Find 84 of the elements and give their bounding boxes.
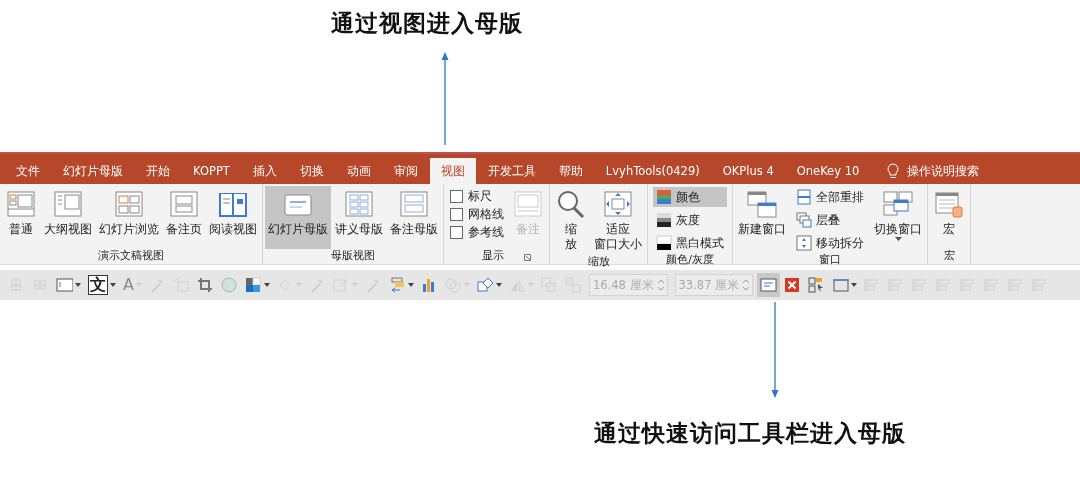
swatch-icon [656,189,672,205]
ribbon-tab[interactable]: KOPPT [182,158,241,184]
ribbon-button[interactable]: 大纲视图 [41,186,95,249]
ribbon-button[interactable]: 缩 放 [552,186,590,255]
launcher-icon[interactable] [524,254,531,261]
note-icon [760,277,778,293]
ribbon-button[interactable]: 黑白模式 [653,233,727,253]
page-icon [512,189,544,219]
ribbon-tab[interactable]: 幻灯片母版 [52,158,134,184]
ribbon-tab[interactable]: 切换 [288,158,335,184]
checkbox[interactable]: 标尺 [450,189,504,204]
ribbon-button[interactable]: 层叠 [793,210,867,230]
spinner-icon [657,279,664,291]
swatch-icon [656,235,672,251]
page-icon [168,189,200,219]
windows-icon [882,189,914,219]
arrange-icon [388,277,406,293]
grid-icon [113,189,145,219]
group-label: 演示文稿视图 [98,249,164,264]
ribbon-button[interactable]: 宏 [930,186,968,249]
ribbon-tab[interactable]: 文件 [5,158,51,184]
ribbon-tab[interactable]: 帮助 [547,158,594,184]
ribbon-button[interactable]: 讲义母版 [332,186,386,249]
caret-icon [75,283,81,287]
search-icon [555,189,587,219]
ribbon-tab[interactable]: 开始 [135,158,181,184]
ribbon-button[interactable]: 颜色 [653,187,727,207]
ribbon-button[interactable]: 普通 [2,186,40,249]
ribbon-tab[interactable]: 动画 [335,158,382,184]
ribbon-button[interactable]: 适应 窗口大小 [591,186,645,255]
spinner-icon [743,279,750,291]
ribbon-button[interactable]: 幻灯片母版 [265,186,331,249]
ribbon-tab[interactable]: 审阅 [382,158,429,184]
ribbon-tab[interactable]: 插入 [241,158,288,184]
checkbox[interactable]: 网格线 [450,207,504,222]
group-label: 窗口 [819,253,841,268]
shapes-icon [476,277,494,293]
frame-icon [832,277,850,293]
group-label: 颜色/灰度 [666,253,714,268]
grid-icon [343,189,375,219]
caption: 通过快速访问工具栏进入母版 [594,420,906,446]
caption: 通过视图进入母版 [331,10,523,36]
macro-icon [933,189,965,219]
toolbar-button[interactable]: 文 [85,273,119,297]
ribbon-tab[interactable]: OneKey 10 [785,158,871,184]
caret-icon [495,283,502,287]
windows-icon [746,189,778,219]
ribbon-button[interactable]: 切换窗口 [871,186,925,253]
ribbon-tab[interactable]: 视图 [429,158,476,184]
group-label: 缩放 [587,255,610,270]
circle-icon [220,277,238,293]
cascade-icon [796,212,812,228]
ribbon-tab[interactable]: 开发工具 [476,158,547,184]
caret-icon [263,283,270,287]
ribbon-button[interactable]: 全部重排 [793,187,867,207]
page-icon [398,189,430,219]
caret-icon [851,283,858,287]
ribbon-button[interactable]: 灰度 [653,210,727,230]
window-icon [796,189,812,205]
color-block-icon [244,277,262,293]
group-label: 母版视图 [331,249,375,264]
lightbulb-icon [887,163,900,179]
toolbar-button[interactable] [757,273,781,297]
ribbon-button[interactable]: 幻灯片浏览 [96,186,162,249]
swatch-icon [656,212,672,228]
group-label: 宏 [943,249,955,264]
search-label[interactable]: 操作说明搜索 [907,163,980,179]
ribbon-button[interactable]: 备注母版 [387,186,441,249]
ribbon-button[interactable]: 阅读视图 [206,186,260,249]
fit-icon [602,189,634,219]
group-label: 显示 [482,249,504,264]
ribbon-button[interactable]: 备注页 [163,186,205,249]
ribbon-tab[interactable]: LvyhTools(0429) [594,158,711,184]
layout-icon [5,189,37,219]
ribbon-tab[interactable]: OKPlus 4 [711,158,785,184]
crop-icon [196,277,214,293]
caret-icon [407,283,414,287]
textbox-icon [56,277,73,293]
close-icon [784,277,802,293]
move-icon [796,235,812,251]
outline-icon [52,189,84,219]
ribbon-button[interactable]: 新建窗口 [735,186,789,253]
checkbox[interactable]: 参考线 [450,225,504,240]
ribbon-button[interactable]: 移动拆分 [793,233,867,253]
